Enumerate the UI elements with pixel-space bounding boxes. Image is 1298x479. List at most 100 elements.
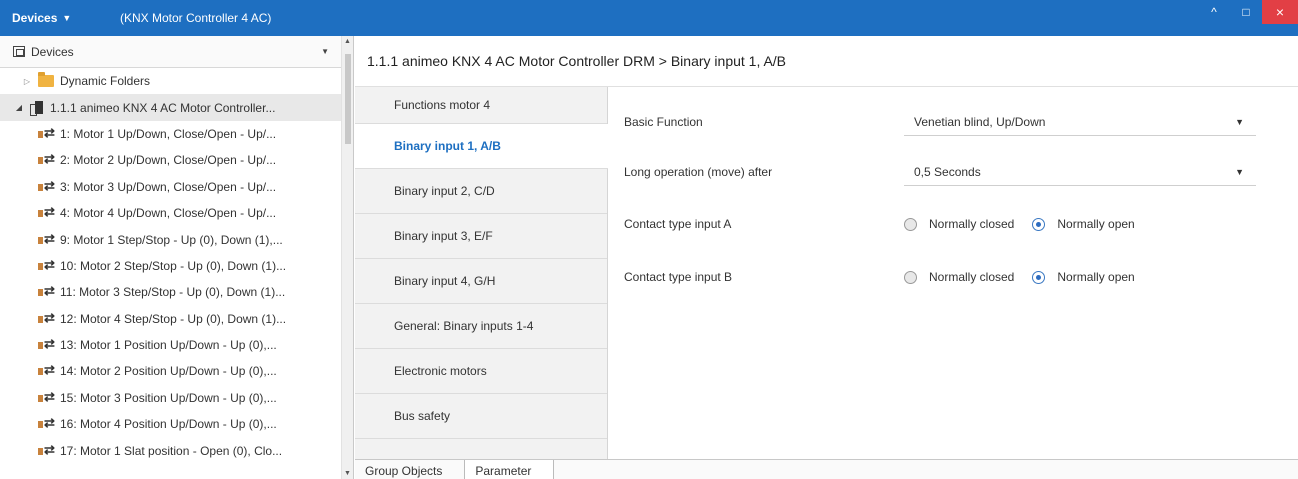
tree-item-group-object[interactable]: ⇄ 2: Motor 2 Up/Down, Close/Open - Up/..… (0, 147, 353, 173)
param-label: Contact type input A (624, 217, 732, 231)
param-contact-b: Contact type input B Normally closed Nor… (624, 262, 1264, 292)
collapse-button[interactable]: ^ (1198, 0, 1230, 24)
basic-function-select[interactable]: Venetian blind, Up/Down ▼ (904, 108, 1256, 136)
tab-parameter[interactable]: Parameter (465, 460, 555, 479)
devices-menu[interactable]: Devices ▼ (0, 11, 112, 25)
tree-item-group-object[interactable]: ⇄ 13: Motor 1 Position Up/Down - Up (0),… (0, 332, 353, 358)
contact-b-normally-closed[interactable]: Normally closed (904, 270, 1014, 284)
param-label: Basic Function (624, 115, 703, 129)
devices-panel-header[interactable]: Devices ▼ (0, 36, 353, 68)
group-object-icon: ⇄ (38, 416, 55, 431)
tree-item-dynamic-folders[interactable]: ▷ Dynamic Folders (0, 68, 353, 94)
tree-item-label: 1.1.1 animeo KNX 4 AC Motor Controller..… (50, 100, 276, 115)
contact-a-radio-group: Normally closed Normally open (904, 217, 1153, 231)
tab-group-objects[interactable]: Group Objects (355, 460, 466, 479)
chevron-down-icon: ▼ (1235, 167, 1244, 177)
group-object-icon: ⇄ (38, 363, 55, 378)
group-object-icon: ⇄ (38, 284, 55, 299)
tree-item-group-object[interactable]: ⇄ 12: Motor 4 Step/Stop - Up (0), Down (… (0, 306, 353, 332)
tab-binary-input-1[interactable]: Binary input 1, A/B (355, 124, 608, 169)
group-object-icon: ⇄ (38, 389, 55, 405)
tree-item-label: 9: Motor 1 Step/Stop - Up (0), Down (1),… (60, 232, 283, 247)
radio-label: Normally closed (929, 217, 1015, 231)
parameter-panel: 1.1.1 animeo KNX 4 AC Motor Controller D… (355, 36, 1298, 479)
chevron-down-icon: ▼ (1235, 117, 1244, 127)
tree-item-label: 10: Motor 2 Step/Stop - Up (0), Down (1)… (60, 258, 287, 273)
contact-a-normally-closed[interactable]: Normally closed (904, 217, 1014, 231)
group-object-icon: ⇄ (38, 310, 55, 326)
chevron-down-icon: ▼ (62, 13, 72, 23)
param-label: Long operation (move) after (624, 165, 773, 179)
maximize-button[interactable]: □ (1230, 0, 1262, 24)
devices-icon (13, 46, 25, 57)
tree-item-group-object[interactable]: ⇄ 11: Motor 3 Step/Stop - Up (0), Down (… (0, 279, 353, 305)
tree-scrollbar[interactable]: ▲ ▼ (341, 36, 353, 479)
devices-panel-title: Devices (31, 44, 74, 59)
tab-electronic-motors[interactable]: Electronic motors (355, 349, 607, 394)
parameter-tabs: Functions motor 4 Binary input 1, A/B Bi… (355, 87, 608, 459)
group-object-icon: ⇄ (38, 257, 55, 273)
tree-item-group-object[interactable]: ⇄ 15: Motor 3 Position Up/Down - Up (0),… (0, 385, 353, 411)
tree-item-device[interactable]: ◢ 1.1.1 animeo KNX 4 AC Motor Controller… (0, 94, 353, 121)
tree-item-group-object[interactable]: ⇄ 16: Motor 4 Position Up/Down - Up (0),… (0, 411, 353, 437)
contact-b-normally-open[interactable]: Normally open (1032, 270, 1135, 284)
group-object-icon: ⇄ (38, 442, 55, 458)
tree-item-group-object[interactable]: ⇄ 4: Motor 4 Up/Down, Close/Open - Up/..… (0, 200, 353, 226)
breadcrumb: 1.1.1 animeo KNX 4 AC Motor Controller D… (355, 36, 1298, 87)
radio-checked-icon[interactable] (1032, 270, 1046, 284)
tree-item-label: 2: Motor 2 Up/Down, Close/Open - Up/... (60, 153, 277, 168)
param-label: Contact type input B (624, 270, 733, 284)
group-object-icon: ⇄ (38, 178, 55, 194)
scroll-down-icon[interactable]: ▼ (344, 470, 351, 477)
scrollbar-thumb[interactable] (345, 54, 351, 144)
window-title: (KNX Motor Controller 4 AC) (120, 11, 272, 25)
tree-item-group-object[interactable]: ⇄ 10: Motor 2 Step/Stop - Up (0), Down (… (0, 253, 353, 279)
tab-binary-input-2[interactable]: Binary input 2, C/D (355, 169, 607, 214)
title-bar: Devices ▼ (KNX Motor Controller 4 AC) ^ … (0, 0, 1298, 36)
tree-item-label: 3: Motor 3 Up/Down, Close/Open - Up/... (60, 179, 277, 194)
contact-b-radio-group: Normally closed Normally open (904, 270, 1153, 284)
tree-item-label: 17: Motor 1 Slat position - Open (0), Cl… (60, 443, 283, 458)
radio-label: Normally open (1057, 217, 1135, 231)
devices-panel: Devices ▼ ▷ Dynamic Folders ◢ 1.1.1 anim… (0, 36, 354, 479)
expand-icon[interactable]: ▷ (22, 77, 32, 86)
scroll-up-icon[interactable]: ▲ (344, 38, 351, 45)
tab-bus-safety[interactable]: Bus safety (355, 394, 607, 439)
tree-item-label: Dynamic Folders (60, 74, 151, 89)
tree-item-group-object[interactable]: ⇄ 9: Motor 1 Step/Stop - Up (0), Down (1… (0, 226, 353, 252)
radio-checked-icon[interactable] (1032, 217, 1046, 231)
tree-item-group-object[interactable]: ⇄ 1: Motor 1 Up/Down, Close/Open - Up/..… (0, 121, 353, 147)
group-object-icon: ⇄ (38, 231, 55, 247)
tree-item-group-object[interactable]: ⇄ 14: Motor 2 Position Up/Down - Up (0),… (0, 358, 353, 384)
long-operation-select[interactable]: 0,5 Seconds ▼ (904, 158, 1256, 186)
radio-icon[interactable] (904, 270, 917, 284)
tab-binary-input-4[interactable]: Binary input 4, G/H (355, 259, 607, 304)
collapse-icon[interactable]: ◢ (14, 103, 24, 112)
close-button[interactable]: × (1262, 0, 1298, 24)
radio-icon[interactable] (904, 217, 917, 231)
tab-functions-motor-4[interactable]: Functions motor 4 (355, 87, 607, 124)
devices-menu-label: Devices (12, 11, 58, 25)
tab-binary-input-3[interactable]: Binary input 3, E/F (355, 214, 607, 259)
chevron-down-icon[interactable]: ▼ (321, 47, 329, 56)
tree-item-label: 12: Motor 4 Step/Stop - Up (0), Down (1)… (60, 311, 287, 326)
param-contact-a: Contact type input A Normally closed Nor… (624, 209, 1264, 239)
device-icon (30, 100, 44, 116)
bottom-tabs: Group Objects Parameter (355, 459, 1298, 479)
radio-label: Normally open (1057, 270, 1135, 284)
tree-item-label: 1: Motor 1 Up/Down, Close/Open - Up/... (60, 126, 277, 141)
group-object-icon: ⇄ (38, 125, 55, 141)
contact-a-normally-open[interactable]: Normally open (1032, 217, 1135, 231)
radio-label: Normally closed (929, 270, 1015, 284)
tree-item-group-object[interactable]: ⇄ 3: Motor 3 Up/Down, Close/Open - Up/..… (0, 174, 353, 200)
tree-item-group-object[interactable]: ⇄ 17: Motor 1 Slat position - Open (0), … (0, 437, 353, 463)
tree-item-label: 14: Motor 2 Position Up/Down - Up (0),..… (60, 364, 277, 379)
window-controls: ^ □ × (1198, 0, 1298, 36)
tab-general-binary-inputs[interactable]: General: Binary inputs 1-4 (355, 304, 607, 349)
select-value: 0,5 Seconds (914, 164, 981, 179)
param-basic-function: Basic Function Venetian blind, Up/Down ▼ (624, 107, 1264, 137)
tree-item-label: 13: Motor 1 Position Up/Down - Up (0),..… (60, 338, 277, 353)
param-long-operation: Long operation (move) after 0,5 Seconds … (624, 157, 1264, 187)
group-object-icon: ⇄ (38, 152, 55, 167)
group-object-icon: ⇄ (38, 337, 55, 352)
